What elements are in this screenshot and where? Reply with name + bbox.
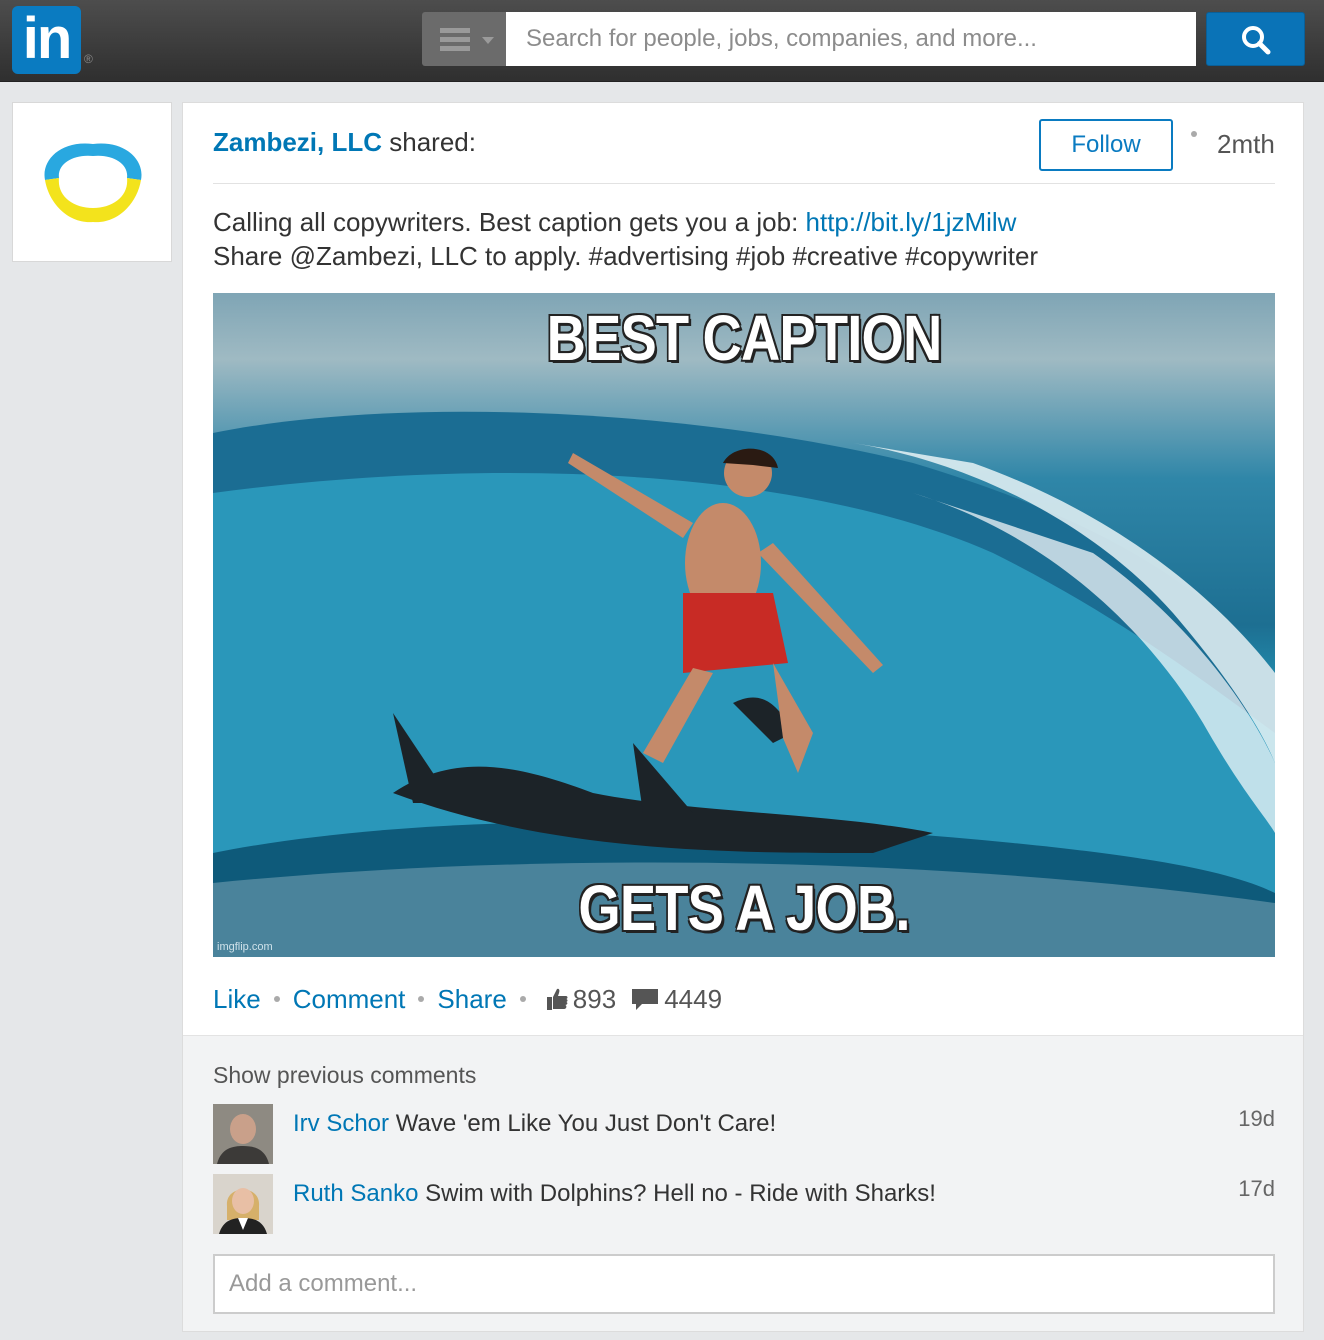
comment-count[interactable]: 4449: [664, 984, 722, 1015]
search-button[interactable]: [1206, 12, 1305, 66]
add-comment-input[interactable]: [213, 1254, 1275, 1314]
image-caption-top: BEST CAPTION: [546, 302, 943, 374]
company-name-link[interactable]: Zambezi, LLC: [213, 127, 382, 157]
like-button[interactable]: Like: [213, 984, 261, 1015]
thumbs-up-icon: [546, 988, 568, 1010]
company-avatar[interactable]: [12, 102, 172, 262]
post-header: Zambezi, LLC shared:: [213, 127, 476, 158]
top-navigation-bar: in ®: [0, 0, 1324, 82]
comment-bubble-icon: [632, 989, 659, 1010]
comment-item: Ruth Sanko Swim with Dolphins? Hell no -…: [213, 1174, 1275, 1234]
commenter-avatar[interactable]: [213, 1104, 273, 1164]
separator-dot: [273, 996, 280, 1002]
share-button[interactable]: Share: [437, 984, 506, 1015]
post-text-line1: Calling all copywriters. Best caption ge…: [213, 207, 806, 237]
shared-label: shared:: [389, 127, 476, 157]
comments-section: Show previous comments Irv Schor Wave 'e…: [183, 1035, 1303, 1331]
menu-icon[interactable]: [422, 12, 506, 66]
search-input[interactable]: [506, 12, 1196, 66]
separator-dot: [519, 996, 526, 1002]
post-text: Calling all copywriters. Best caption ge…: [213, 205, 1275, 273]
post-link[interactable]: http://bit.ly/1jzMilw: [806, 207, 1017, 237]
follow-button[interactable]: Follow: [1039, 119, 1173, 171]
like-count[interactable]: 893: [573, 984, 616, 1015]
feed-post-card: Zambezi, LLC shared: Follow 2mth Calling…: [182, 102, 1304, 1332]
separator-dot: [1191, 131, 1197, 137]
image-watermark: imgflip.com: [217, 941, 273, 953]
linkedin-logo[interactable]: in: [12, 6, 81, 74]
comment-body: Irv Schor Wave 'em Like You Just Don't C…: [293, 1110, 776, 1138]
comment-author[interactable]: Irv Schor: [293, 1110, 389, 1137]
header-divider: [213, 183, 1275, 184]
comment-text: Swim with Dolphins? Hell no - Ride with …: [425, 1180, 936, 1207]
company-logo-icon: [44, 143, 142, 223]
comment-button[interactable]: Comment: [293, 984, 406, 1015]
show-previous-comments[interactable]: Show previous comments: [213, 1062, 476, 1089]
image-caption-bottom: GETS A JOB.: [578, 872, 910, 944]
registered-mark: ®: [84, 52, 93, 66]
comment-author[interactable]: Ruth Sanko: [293, 1180, 418, 1207]
search-icon: [1242, 26, 1271, 55]
comment-time: 17d: [1238, 1176, 1275, 1201]
separator-dot: [418, 996, 425, 1002]
post-image[interactable]: BEST CAPTION GETS A JOB. imgflip.com: [213, 293, 1275, 957]
commenter-avatar[interactable]: [213, 1174, 273, 1234]
comment-text: Wave 'em Like You Just Don't Care!: [395, 1110, 777, 1137]
post-text-line2: Share @Zambezi, LLC to apply. #advertisi…: [213, 241, 1039, 271]
surf-scene: [213, 411, 1275, 957]
post-actions: Like Comment Share 893 4449: [213, 981, 722, 1017]
post-time: 2mth: [1217, 129, 1275, 159]
comment-item: Irv Schor Wave 'em Like You Just Don't C…: [213, 1104, 1275, 1164]
comment-body: Ruth Sanko Swim with Dolphins? Hell no -…: [293, 1180, 936, 1208]
comment-time: 19d: [1238, 1106, 1275, 1131]
